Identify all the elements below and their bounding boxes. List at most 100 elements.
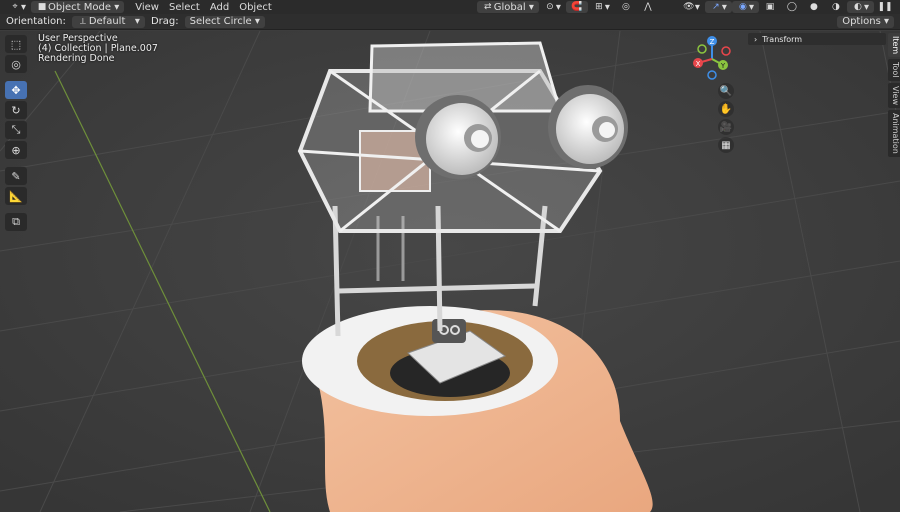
add-cube-icon: ⧉ <box>12 215 20 228</box>
transform-orientation-label: Global <box>493 1 526 13</box>
3d-viewport[interactable]: User Perspective (4) Collection | Plane.… <box>0 31 900 512</box>
measure-tool[interactable]: 📐 <box>5 187 27 205</box>
pan-button[interactable]: ✋ <box>718 101 734 117</box>
ortho-toggle-button[interactable]: ▦ <box>718 137 734 153</box>
viewport-scene <box>0 31 900 512</box>
drag-dropdown[interactable]: Select Circle ▾ <box>184 15 265 28</box>
annotate-tool[interactable]: ✎ <box>5 167 27 185</box>
navigation-gizmo[interactable]: Z X Y <box>690 35 734 81</box>
annotate-icon: ✎ <box>11 169 21 183</box>
options-dropdown[interactable]: Options ▾ <box>837 15 894 28</box>
shading-rendered[interactable]: ◐ ▾ <box>846 1 874 13</box>
transform-icon: ⊕ <box>11 143 21 157</box>
add-cube-tool[interactable]: ⧉ <box>5 213 27 231</box>
falloff-button[interactable]: ⋀ <box>637 1 659 13</box>
z-axis-label: Z <box>710 38 715 46</box>
solid-icon: ● <box>810 2 818 12</box>
left-eye <box>415 95 501 179</box>
pause-button[interactable]: ❚❚ <box>874 1 896 13</box>
pivot-icon: ⊙ <box>546 2 554 12</box>
mode-label: Object Mode <box>48 1 112 13</box>
3d-viewport-icon: ⌖ <box>12 2 18 12</box>
measure-icon: 📐 <box>9 189 23 203</box>
neg-y-handle[interactable] <box>697 44 707 54</box>
transform-tool[interactable]: ⊕ <box>5 141 27 159</box>
tool-settings-bar: Orientation: ⟂ Default ▾ Drag: Select Cir… <box>0 14 900 30</box>
cursor-select-icon: ⬚ <box>10 37 22 51</box>
object-mode-icon: ■ <box>37 2 47 12</box>
robot-module <box>432 319 466 343</box>
drag-value: Select Circle <box>189 16 252 27</box>
tab-animation[interactable]: Animation <box>888 109 900 157</box>
orientation-dropdown[interactable]: ⟂ Default ▾ <box>71 15 145 28</box>
chevron-right-icon: › <box>754 34 758 44</box>
zoom-button[interactable]: 🔍 <box>718 83 734 99</box>
orientation-icon: ⇄ <box>484 2 492 12</box>
neg-z-handle[interactable] <box>707 70 717 80</box>
shading-solid[interactable]: ● <box>803 1 825 13</box>
material-preview-icon: ◑ <box>832 2 840 12</box>
scale-tool[interactable]: ⤡ <box>5 121 27 139</box>
xray-toggle[interactable]: ▣ <box>759 1 781 13</box>
snap-icon: 🧲 <box>571 2 583 12</box>
right-eye <box>548 85 628 169</box>
tab-view[interactable]: View <box>888 82 900 108</box>
menu-object[interactable]: Object <box>234 1 277 13</box>
grid-icon: ▦ <box>721 139 731 151</box>
gizmo-icon: ↗ <box>712 2 720 12</box>
neg-x-handle[interactable] <box>721 46 731 56</box>
overlay-toggle[interactable]: ◉ ▾ <box>731 1 759 13</box>
eye-icon: 👁 <box>683 2 695 12</box>
transform-panel-header[interactable]: › Transform <box>748 33 886 45</box>
cursor-tool[interactable]: ◎ <box>5 55 27 73</box>
render-status: Rendering Done <box>38 53 115 64</box>
mode-dropdown[interactable]: ■ Object Mode ▾ <box>31 1 125 13</box>
transform-panel-title: Transform <box>762 34 803 44</box>
camera-view-button[interactable]: 🎥 <box>718 119 734 135</box>
snap-target-icon: ⊞ <box>595 2 603 12</box>
rotate-icon: ↻ <box>11 103 21 117</box>
menu-select[interactable]: Select <box>164 1 205 13</box>
move-icon: ✥ <box>11 83 21 97</box>
overlay-icon: ◉ <box>739 2 747 12</box>
snap-button[interactable]: 🧲 <box>565 1 588 13</box>
3d-cursor-icon: ◎ <box>11 57 21 71</box>
pivot-button[interactable]: ⊙ ▾ <box>539 1 566 13</box>
sidebar-tabs: Item Tool View Animation <box>888 33 900 157</box>
tab-tool[interactable]: Tool <box>888 59 900 81</box>
zoom-icon: 🔍 <box>719 85 733 97</box>
wireframe-icon: ◯ <box>786 2 797 12</box>
snap-target-button[interactable]: ⊞ ▾ <box>588 1 615 13</box>
transform-orientation-dropdown[interactable]: ⇄ Global ▾ <box>476 1 539 13</box>
drag-label: Drag: <box>150 16 179 27</box>
menu-add[interactable]: Add <box>205 1 234 13</box>
proportional-edit-icon: ◎ <box>622 2 630 12</box>
gizmo-toggle[interactable]: ↗ ▾ <box>704 1 732 13</box>
move-tool[interactable]: ✥ <box>5 81 27 99</box>
rotate-tool[interactable]: ↻ <box>5 101 27 119</box>
options-label: Options <box>842 16 881 27</box>
scale-icon: ⤡ <box>11 123 21 136</box>
menu-view[interactable]: View <box>130 1 164 13</box>
pause-icon: ❚❚ <box>877 2 893 12</box>
tab-item[interactable]: Item <box>888 33 900 58</box>
falloff-icon: ⋀ <box>644 2 652 12</box>
select-tool[interactable]: ⬚ <box>5 35 27 53</box>
header-bar: ⌖ ▾ ■ Object Mode ▾ View Select Add Object… <box>0 0 900 14</box>
x-axis-label: X <box>696 60 701 68</box>
rendered-icon: ◐ <box>854 2 862 12</box>
viewport-info: User Perspective (4) Collection | Plane.… <box>38 34 158 64</box>
toolbox: ⬚ ◎ ✥ ↻ ⤡ ⊕ ✎ 📐 ⧉ <box>5 35 27 231</box>
shading-material[interactable]: ◑ <box>825 1 847 13</box>
hand-icon: ✋ <box>719 103 733 115</box>
y-axis-label: Y <box>720 62 726 70</box>
shading-wireframe[interactable]: ◯ <box>781 1 803 13</box>
editor-type-button[interactable]: ⌖ ▾ <box>4 1 31 13</box>
xray-icon: ▣ <box>765 2 775 12</box>
orientation-axis-icon: ⟂ <box>79 16 86 27</box>
orientation-value: Default <box>88 16 126 27</box>
camera-icon: 🎥 <box>719 121 733 133</box>
visibility-button[interactable]: 👁 ▾ <box>678 1 705 13</box>
orientation-label: Orientation: <box>6 16 66 27</box>
proportional-edit-button[interactable]: ◎ <box>615 1 637 13</box>
